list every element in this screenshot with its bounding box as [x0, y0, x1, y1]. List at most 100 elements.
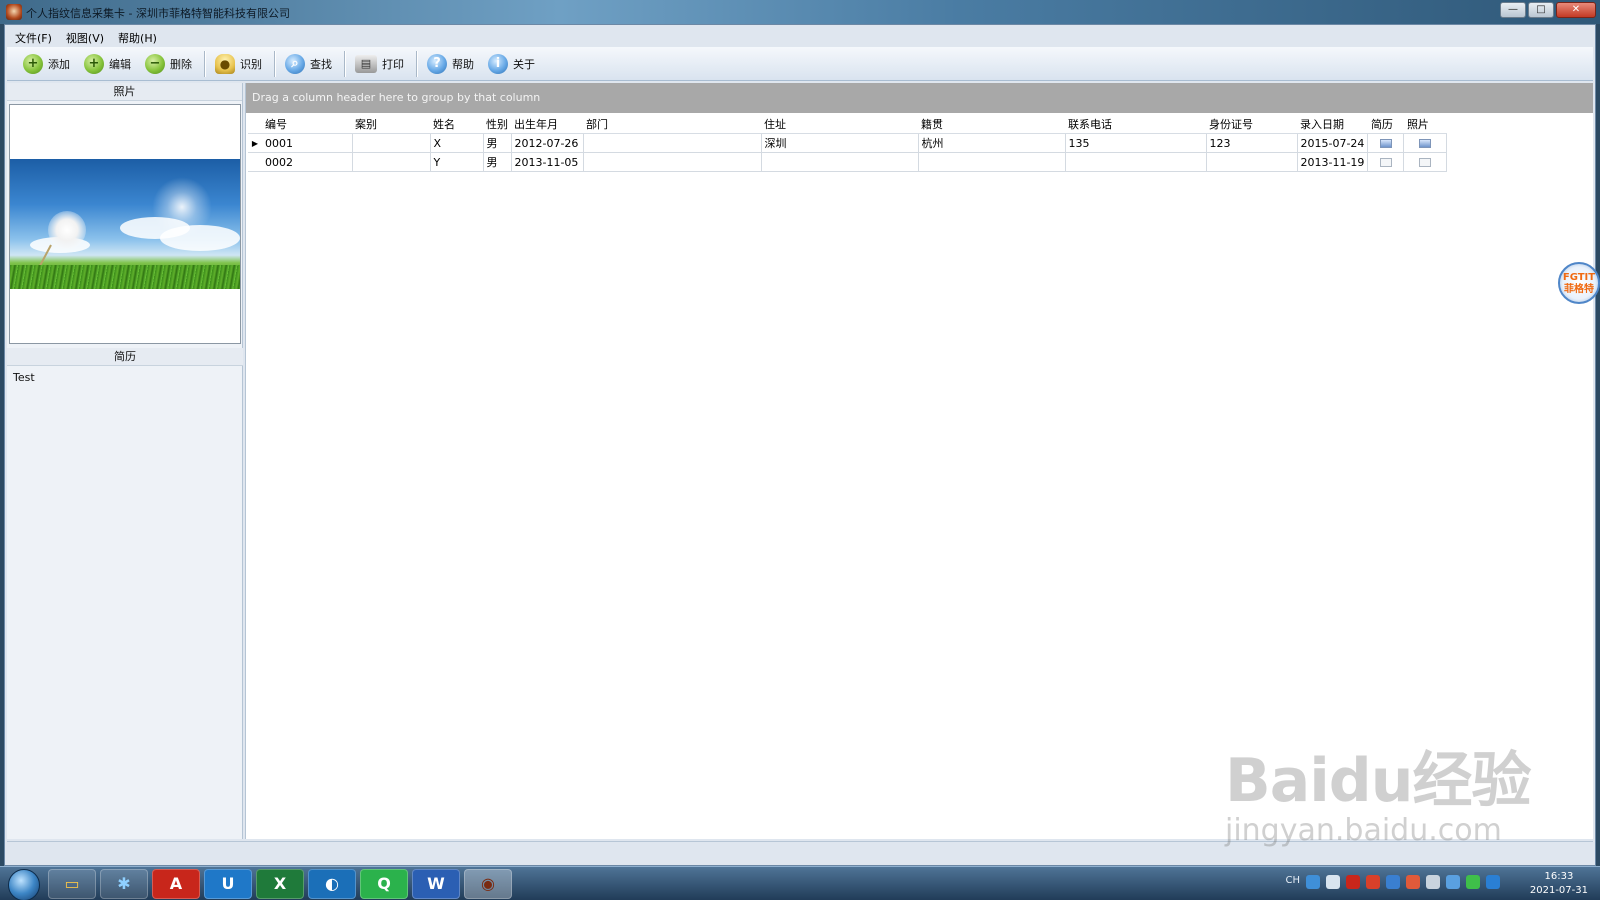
taskbar-word-icon[interactable]: W	[412, 869, 460, 899]
col-header-idcard[interactable]: 身份证号	[1206, 115, 1297, 134]
taskbar-fingerprint-app-icon[interactable]: ◉	[464, 869, 512, 899]
cell-native[interactable]: 杭州	[918, 133, 1066, 153]
cell-gender[interactable]: 男	[483, 152, 512, 172]
cell-address[interactable]: 深圳	[761, 133, 919, 153]
network-tray-icon[interactable]	[1426, 875, 1440, 889]
identify-button[interactable]: ● 识别	[209, 50, 268, 78]
row-indicator-icon: ▶	[248, 133, 262, 153]
print-button[interactable]: ▤ 打印	[349, 50, 410, 78]
help-label: 帮助	[452, 57, 474, 71]
cell-phone[interactable]	[1065, 152, 1207, 172]
print-label: 打印	[382, 57, 404, 71]
delete-button[interactable]: − 删除	[139, 50, 198, 78]
cell-photo[interactable]	[1403, 152, 1448, 172]
security-tray-icon[interactable]	[1386, 875, 1400, 889]
col-header-name[interactable]: 姓名	[430, 115, 483, 134]
toolbar-separator	[416, 50, 417, 77]
cell-id[interactable]: 0002	[262, 152, 353, 172]
cell-entry-date[interactable]: 2015-07-24	[1297, 133, 1369, 153]
menu-file[interactable]: 文件(F)	[9, 28, 58, 46]
col-header-photo[interactable]: 照片	[1403, 115, 1447, 134]
cell-idcard[interactable]	[1206, 152, 1298, 172]
cell-idcard[interactable]: 123	[1206, 133, 1298, 153]
app-icon	[6, 4, 22, 20]
resume-text[interactable]: Test	[13, 371, 35, 384]
col-header-native[interactable]: 籍贯	[918, 115, 1065, 134]
resume-header: 简历	[7, 348, 243, 366]
input-language[interactable]: CH	[1285, 875, 1300, 889]
taskbar-search-app-icon[interactable]: Q	[360, 869, 408, 899]
cell-birth[interactable]: 2012-07-26	[511, 133, 584, 153]
edit-button[interactable]: + 编辑	[78, 50, 137, 78]
wechat-tray-icon[interactable]	[1466, 875, 1480, 889]
taskbar-pin-icon[interactable]: ✱	[100, 869, 148, 899]
cell-entry-date[interactable]: 2013-11-19	[1297, 152, 1369, 172]
minimize-button[interactable]: —	[1500, 2, 1526, 18]
cell-phone[interactable]: 135	[1065, 133, 1207, 153]
col-header-resume[interactable]: 简历	[1367, 115, 1404, 134]
cell-native[interactable]	[918, 152, 1066, 172]
shield-tray-icon[interactable]	[1486, 875, 1500, 889]
star-tray-icon[interactable]	[1446, 875, 1460, 889]
system-tray: CH	[1285, 875, 1500, 889]
title-bar: 个人指纹信息采集卡 - 深圳市菲格特智能科技有限公司 — □ ✕	[0, 0, 1600, 24]
cell-case[interactable]	[352, 152, 431, 172]
add-label: 添加	[48, 57, 70, 71]
toolbar-separator	[274, 50, 275, 77]
cell-photo[interactable]	[1403, 133, 1448, 153]
clock[interactable]: 16:33 2021-07-31	[1530, 870, 1588, 898]
delete-label: 删除	[170, 57, 192, 71]
help-button[interactable]: ? 帮助	[421, 50, 480, 78]
about-button[interactable]: i 关于	[482, 50, 541, 78]
table-row[interactable]: 0002 Y 男 2013-11-05 2013-11-19	[248, 152, 1448, 172]
image-thumbnail-icon	[1379, 139, 1392, 148]
taskbar-excel-icon[interactable]: X	[256, 869, 304, 899]
fgtit-badge[interactable]: FGTIT 菲格特	[1558, 262, 1600, 304]
cell-resume[interactable]	[1367, 133, 1405, 153]
photo-box[interactable]	[9, 104, 241, 344]
weibo-tray-icon[interactable]	[1366, 875, 1380, 889]
taskbar: ▭ ✱ A U X ◐ Q W ◉ CH 16:33 2021-07-31	[0, 866, 1600, 900]
cell-dept[interactable]	[583, 152, 762, 172]
detail-panel: 照片 简历 Test	[7, 83, 243, 839]
col-header-birth[interactable]: 出生年月	[511, 115, 583, 134]
input-mode-icon[interactable]	[1326, 875, 1340, 889]
col-header-gender[interactable]: 性别	[483, 115, 511, 134]
menu-help[interactable]: 帮助(H)	[112, 28, 163, 46]
cell-dept[interactable]	[583, 133, 762, 153]
toolbar-separator	[204, 50, 205, 77]
taskbar-browser-icon[interactable]: ◐	[308, 869, 356, 899]
cell-name[interactable]: Y	[430, 152, 484, 172]
col-header-address[interactable]: 住址	[761, 115, 918, 134]
taskbar-shield-icon[interactable]: U	[204, 869, 252, 899]
cell-id[interactable]: 0001	[262, 133, 353, 153]
cell-resume[interactable]	[1367, 152, 1405, 172]
ime-icon[interactable]	[1306, 875, 1320, 889]
cell-birth[interactable]: 2013-11-05	[511, 152, 584, 172]
find-button[interactable]: ⌕ 查找	[279, 50, 338, 78]
cell-case[interactable]	[352, 133, 431, 153]
menu-view[interactable]: 视图(V)	[60, 28, 110, 46]
group-by-panel[interactable]: Drag a column header here to group by th…	[246, 83, 1593, 113]
acrobat-tray-icon[interactable]	[1346, 875, 1360, 889]
cell-gender[interactable]: 男	[483, 133, 512, 153]
cell-name[interactable]: X	[430, 133, 484, 153]
records-table: 编号 案别 姓名 性别 出生年月 部门 住址 籍贯 联系电话 身份证号 录入日期…	[248, 115, 1448, 172]
table-row[interactable]: ▶ 0001 X 男 2012-07-26 深圳 杭州 135 123 2015…	[248, 133, 1448, 153]
cell-address[interactable]	[761, 152, 919, 172]
col-header-id[interactable]: 编号	[262, 115, 352, 134]
user-icon: ●	[215, 53, 235, 74]
add-button[interactable]: + 添加	[17, 50, 76, 78]
table-header-row: 编号 案别 姓名 性别 出生年月 部门 住址 籍贯 联系电话 身份证号 录入日期…	[248, 115, 1447, 134]
dandelion	[48, 211, 86, 249]
col-header-phone[interactable]: 联系电话	[1065, 115, 1206, 134]
taskbar-explorer-icon[interactable]: ▭	[48, 869, 96, 899]
col-header-case[interactable]: 案别	[352, 115, 430, 134]
close-button[interactable]: ✕	[1556, 2, 1596, 18]
col-header-entry-date[interactable]: 录入日期	[1297, 115, 1368, 134]
maximize-button[interactable]: □	[1528, 2, 1554, 18]
col-header-dept[interactable]: 部门	[583, 115, 761, 134]
mute-tray-icon[interactable]	[1406, 875, 1420, 889]
start-button[interactable]	[8, 869, 40, 900]
taskbar-acrobat-icon[interactable]: A	[152, 869, 200, 899]
